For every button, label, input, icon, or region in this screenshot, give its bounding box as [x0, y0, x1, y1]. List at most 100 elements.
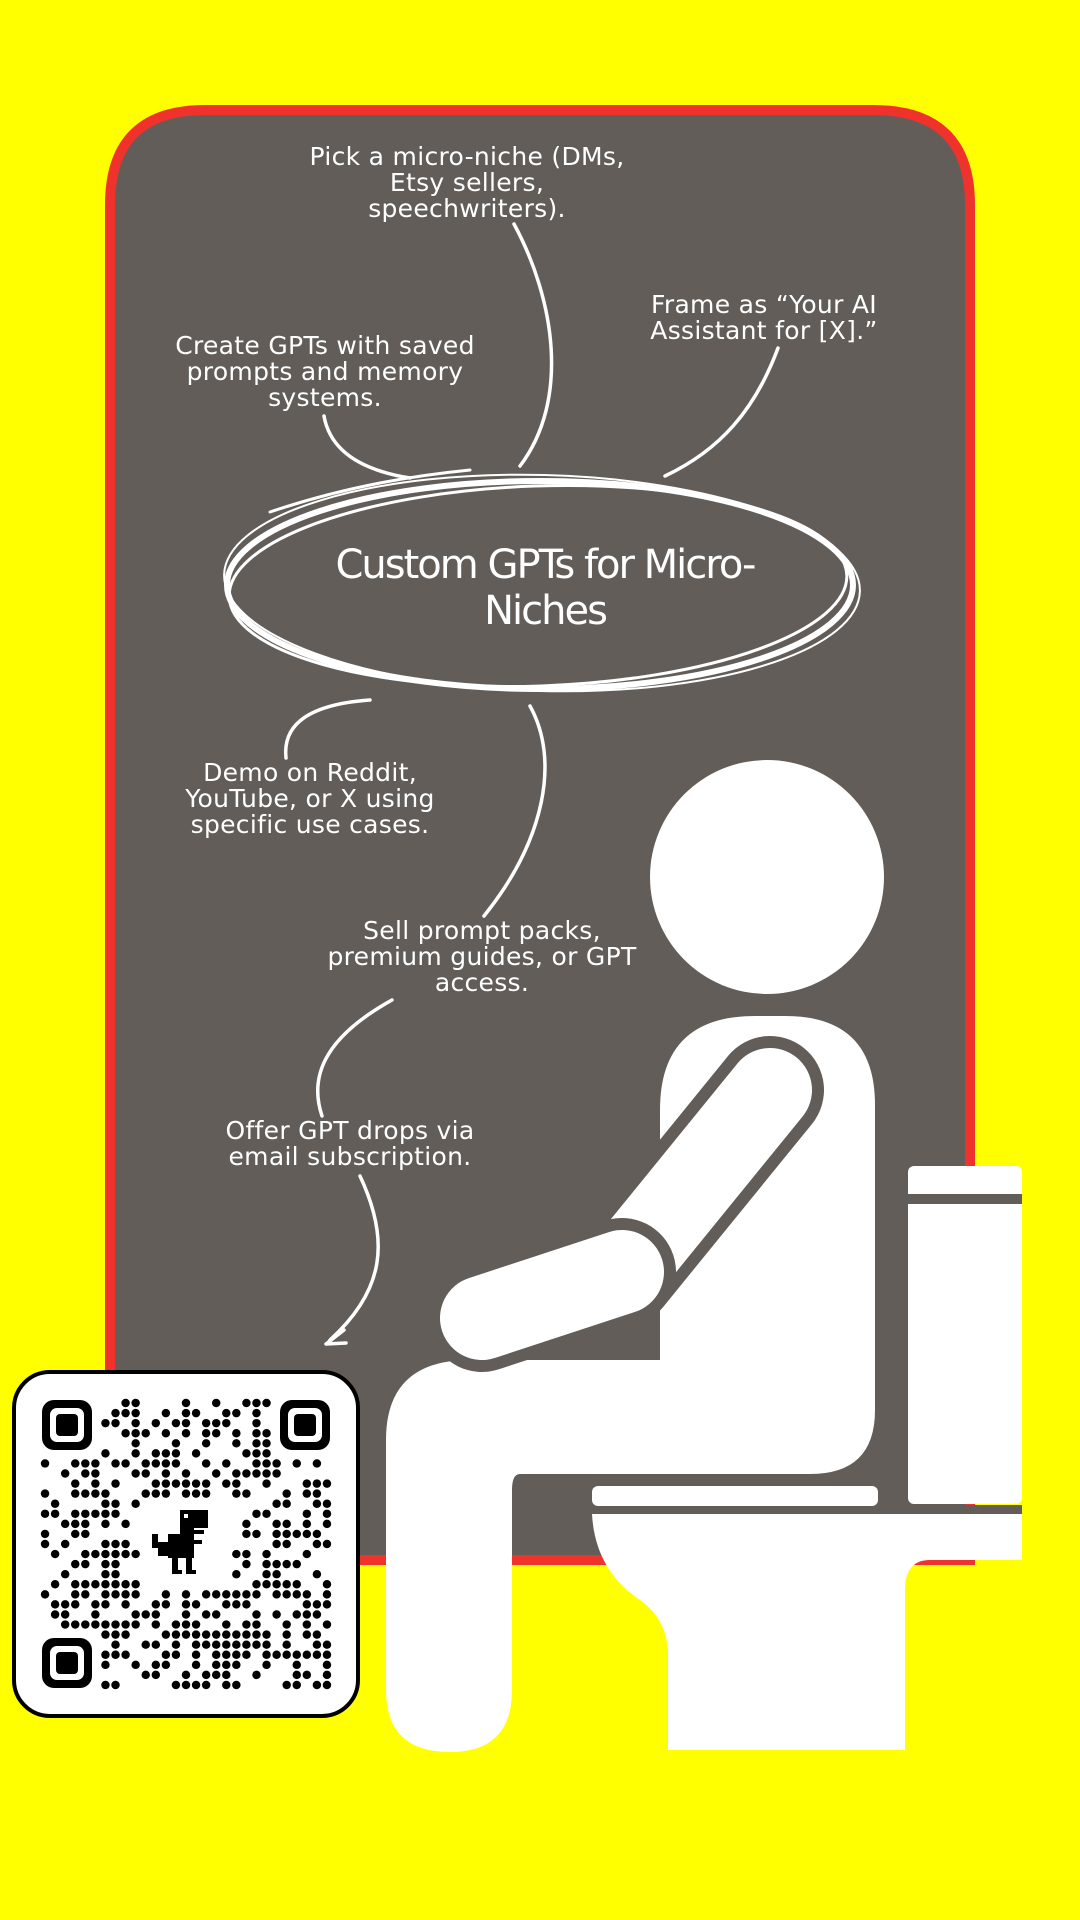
qr-module: [171, 1640, 181, 1649]
qr-module: [252, 1408, 261, 1418]
qr-module: [201, 1418, 211, 1428]
qr-module: [322, 1640, 332, 1649]
qr-module: [91, 1580, 100, 1589]
qr-module: [161, 1449, 171, 1458]
qr-module: [181, 1600, 191, 1609]
qr-module: [252, 1449, 261, 1458]
qr-module: [171, 1418, 181, 1428]
qr-module: [111, 1408, 120, 1418]
qr-module: [282, 1489, 291, 1498]
qr-module: [121, 1630, 130, 1639]
qr-module: [242, 1469, 251, 1478]
qr-module: [272, 1569, 281, 1579]
qr-module: [211, 1590, 221, 1599]
qr-module: [161, 1429, 171, 1438]
qr-code-card[interactable]: [12, 1370, 360, 1718]
qr-code-icon: [40, 1398, 332, 1690]
qr-module: [50, 1600, 60, 1609]
qr-module: [222, 1600, 231, 1609]
qr-module: [222, 1640, 231, 1649]
qr-module: [191, 1489, 201, 1498]
qr-module: [81, 1509, 90, 1519]
qr-module: [222, 1630, 231, 1639]
qr-module: [151, 1660, 161, 1670]
qr-module: [201, 1479, 211, 1488]
qr-module: [222, 1620, 231, 1629]
qr-module: [312, 1489, 322, 1498]
qr-module: [111, 1499, 120, 1508]
qr-module: [111, 1539, 120, 1549]
qr-module: [262, 1509, 271, 1519]
qr-module: [312, 1680, 322, 1690]
qr-module: [101, 1620, 110, 1629]
qr-module: [60, 1539, 70, 1549]
qr-module: [262, 1640, 271, 1649]
qr-module: [171, 1459, 181, 1468]
qr-module: [262, 1569, 271, 1579]
qr-module: [40, 1529, 50, 1539]
qr-module: [161, 1590, 171, 1599]
qr-module: [302, 1519, 312, 1529]
qr-module: [191, 1680, 201, 1690]
qr-module: [141, 1469, 150, 1478]
qr-module: [302, 1600, 312, 1609]
qr-module: [322, 1539, 332, 1549]
qr-module: [121, 1519, 130, 1529]
qr-module: [312, 1640, 322, 1649]
qr-module: [262, 1479, 271, 1488]
qr-module: [161, 1600, 171, 1609]
qr-module: [302, 1529, 312, 1539]
qr-module: [262, 1429, 271, 1438]
qr-module: [181, 1479, 191, 1488]
qr-module: [91, 1549, 100, 1559]
qr-module: [232, 1489, 241, 1498]
qr-module: [161, 1469, 171, 1478]
qr-module: [302, 1509, 312, 1519]
idea-sell: Sell prompt packs, premium guides, or GP…: [327, 916, 637, 997]
qr-module: [242, 1529, 251, 1539]
qr-module: [272, 1610, 281, 1619]
qr-module: [91, 1459, 100, 1468]
qr-module: [71, 1580, 80, 1589]
qr-module: [40, 1489, 50, 1498]
qr-module: [302, 1620, 312, 1629]
qr-module: [262, 1630, 271, 1639]
qr-module: [222, 1660, 231, 1670]
qr-module: [262, 1459, 271, 1468]
qr-module: [161, 1479, 171, 1488]
qr-module: [211, 1610, 221, 1619]
qr-module: [151, 1600, 161, 1609]
idea-offer-drops: Offer GPT drops via email subscription.: [225, 1116, 475, 1171]
qr-module: [302, 1670, 312, 1680]
qr-module: [101, 1489, 110, 1498]
qr-module: [282, 1630, 291, 1639]
qr-module: [211, 1640, 221, 1649]
idea-demo: Demo on Reddit, YouTube, or X using spec…: [185, 758, 435, 839]
qr-module: [171, 1620, 181, 1629]
qr-module: [50, 1610, 60, 1619]
qr-module: [151, 1670, 161, 1680]
qr-module: [111, 1418, 120, 1428]
qr-module: [40, 1539, 50, 1549]
qr-module: [272, 1650, 281, 1659]
qr-module: [101, 1418, 110, 1428]
qr-module: [191, 1620, 201, 1629]
qr-module: [262, 1559, 271, 1569]
qr-module: [322, 1499, 332, 1508]
qr-module: [322, 1519, 332, 1529]
qr-module: [282, 1499, 291, 1508]
qr-module: [292, 1670, 301, 1680]
qr-module: [312, 1610, 322, 1619]
qr-module: [121, 1539, 130, 1549]
qr-module: [101, 1549, 110, 1559]
qr-module: [272, 1539, 281, 1549]
qr-module: [232, 1590, 241, 1599]
qr-module: [232, 1439, 241, 1448]
qr-module: [71, 1489, 80, 1498]
qr-module: [101, 1509, 110, 1519]
qr-module: [252, 1469, 261, 1478]
qr-module: [201, 1429, 211, 1438]
qr-module: [60, 1600, 70, 1609]
qr-module: [252, 1630, 261, 1639]
qr-module: [121, 1580, 130, 1589]
